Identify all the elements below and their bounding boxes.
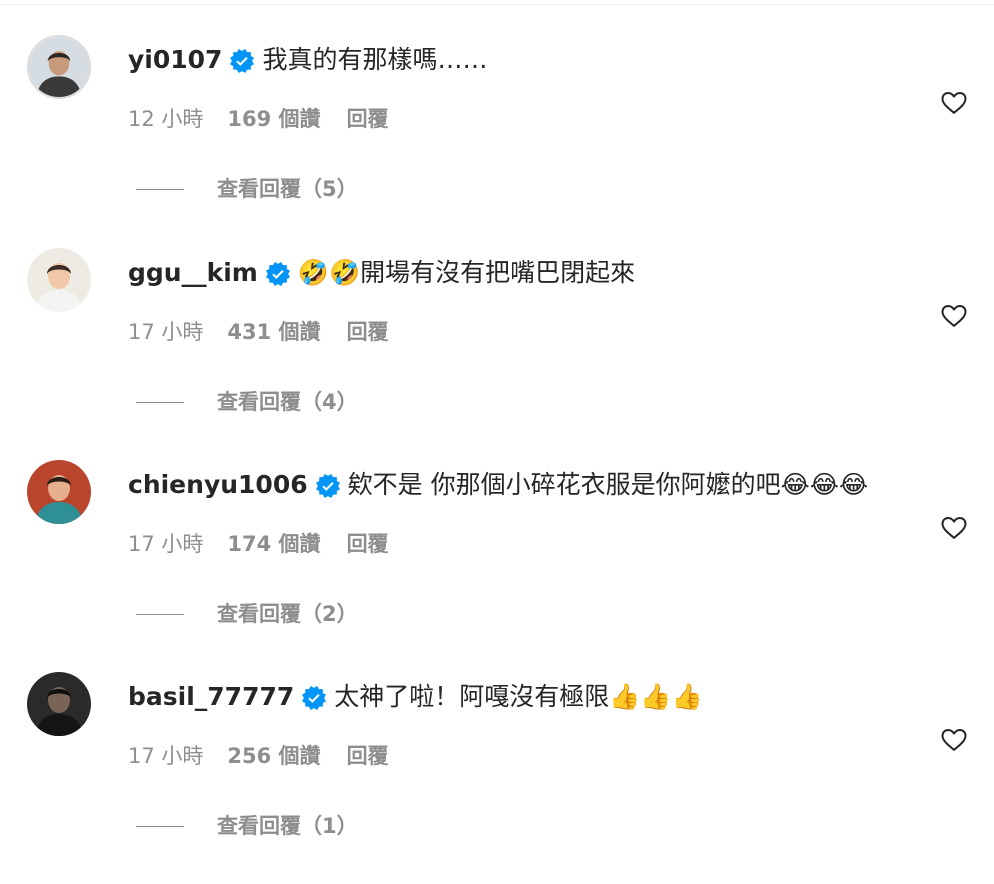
view-replies-label: 查看回覆（2） (217, 602, 358, 626)
avatar[interactable] (27, 460, 91, 524)
reply-button[interactable]: 回覆 (347, 318, 389, 346)
comment-time[interactable]: 12 小時 (128, 105, 203, 133)
likes-count[interactable]: 169 個讚 (227, 105, 320, 133)
heart-outline-icon[interactable] (941, 91, 967, 115)
comment-header: yi0107 我真的有那樣嗎…… (128, 43, 487, 77)
view-replies-button[interactable]: 查看回覆（2） (136, 600, 358, 628)
avatar[interactable] (27, 248, 91, 312)
reply-button[interactable]: 回覆 (347, 105, 389, 133)
username-link[interactable]: chienyu1006 (128, 468, 308, 502)
replies-line (136, 188, 184, 190)
comment-text: 我真的有那樣嗎…… (262, 45, 488, 74)
likes-count[interactable]: 256 個讚 (227, 742, 320, 770)
reply-button[interactable]: 回覆 (347, 530, 389, 558)
comment-meta: 17 小時 174 個讚 回覆 (128, 530, 389, 558)
view-replies-label: 查看回覆（5） (217, 177, 358, 201)
replies-line (136, 401, 184, 403)
likes-count[interactable]: 431 個讚 (227, 318, 320, 346)
verified-badge-icon (230, 48, 255, 73)
replies-line (136, 825, 184, 827)
replies-line (136, 613, 184, 615)
view-replies-button[interactable]: 查看回覆（1） (136, 812, 358, 840)
avatar[interactable] (27, 35, 91, 99)
comment-meta: 17 小時 256 個讚 回覆 (128, 742, 389, 770)
username-link[interactable]: basil_77777 (128, 680, 294, 714)
view-replies-button[interactable]: 查看回覆（5） (136, 175, 358, 203)
view-replies-label: 查看回覆（4） (217, 390, 358, 414)
heart-outline-icon[interactable] (941, 304, 967, 328)
comment-text: 🤣🤣開場有沒有把嘴巴閉起來 (297, 258, 636, 287)
likes-count[interactable]: 174 個讚 (227, 530, 320, 558)
avatar[interactable] (27, 672, 91, 736)
comment-text: 欸不是 你那個小碎花衣服是你阿嬤的吧😂😂😂 (347, 470, 869, 499)
reply-button[interactable]: 回覆 (347, 742, 389, 770)
heart-outline-icon[interactable] (941, 728, 967, 752)
username-link[interactable]: ggu__kim (128, 256, 258, 290)
comment-item: basil_77777 太神了啦！阿嘎沒有極限👍👍👍 17 小時 256 個讚 … (0, 672, 994, 884)
comment-time[interactable]: 17 小時 (128, 530, 203, 558)
comment-text: 太神了啦！阿嘎沒有極限👍👍👍 (334, 682, 703, 711)
comment-time[interactable]: 17 小時 (128, 742, 203, 770)
comment-header: ggu__kim 🤣🤣開場有沒有把嘴巴閉起來 (128, 256, 635, 290)
comment-item: ggu__kim 🤣🤣開場有沒有把嘴巴閉起來 17 小時 431 個讚 回覆 查… (0, 248, 994, 460)
view-replies-label: 查看回覆（1） (217, 814, 358, 838)
comment-header: chienyu1006 欸不是 你那個小碎花衣服是你阿嬤的吧😂😂😂 (128, 468, 868, 502)
verified-badge-icon (315, 473, 340, 498)
comment-meta: 17 小時 431 個讚 回覆 (128, 318, 389, 346)
comment-item: chienyu1006 欸不是 你那個小碎花衣服是你阿嬤的吧😂😂😂 17 小時 … (0, 460, 994, 672)
top-divider (0, 4, 994, 5)
username-link[interactable]: yi0107 (128, 43, 222, 77)
comment-meta: 12 小時 169 個讚 回覆 (128, 105, 389, 133)
view-replies-button[interactable]: 查看回覆（4） (136, 388, 358, 416)
verified-badge-icon (265, 261, 290, 286)
verified-badge-icon (302, 685, 327, 710)
comment-item: yi0107 我真的有那樣嗎…… 12 小時 169 個讚 回覆 查看回覆（5） (0, 35, 994, 247)
heart-outline-icon[interactable] (941, 516, 967, 540)
comment-header: basil_77777 太神了啦！阿嘎沒有極限👍👍👍 (128, 680, 703, 714)
comment-time[interactable]: 17 小時 (128, 318, 203, 346)
